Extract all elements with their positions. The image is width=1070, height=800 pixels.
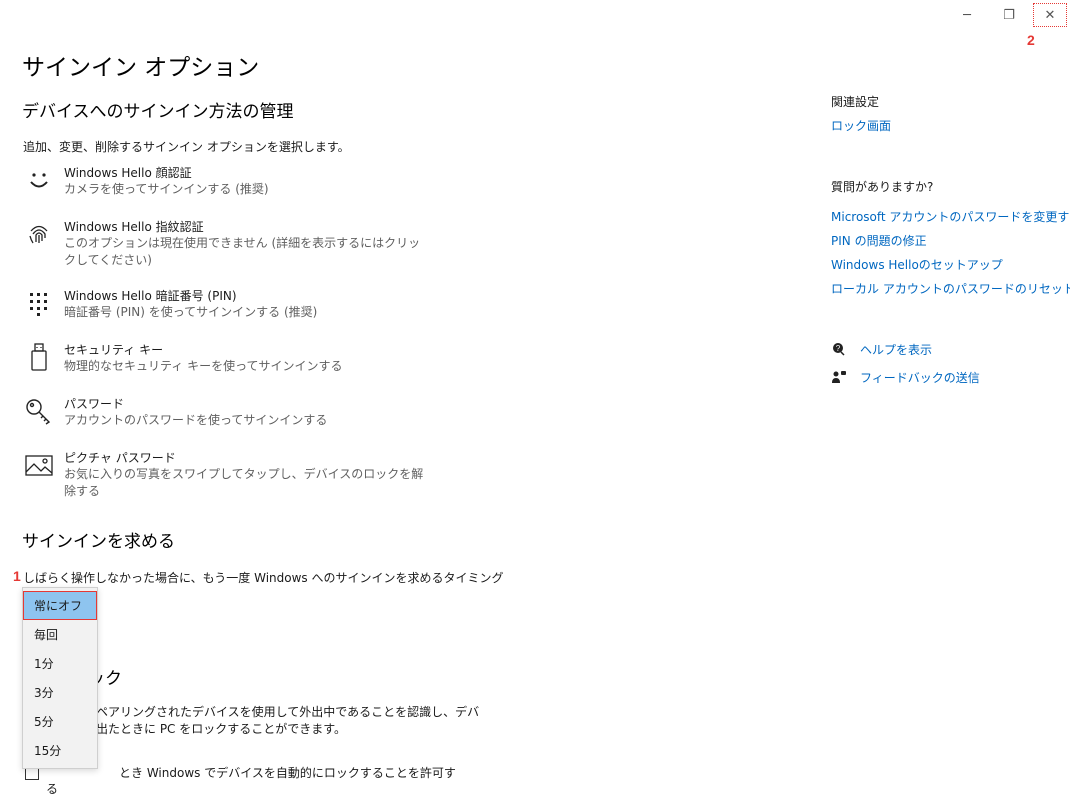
signin-timing-dropdown[interactable]: 常にオフ 毎回 1分 3分 5分 15分 bbox=[22, 587, 98, 769]
dropdown-option-3min[interactable]: 3分 bbox=[23, 678, 97, 707]
questions-heading: 質問がありますか? bbox=[831, 180, 934, 194]
option-pin[interactable]: Windows Hello 暗証番号 (PIN) 暗証番号 (PIN) を使って… bbox=[23, 287, 443, 323]
key-icon bbox=[23, 395, 55, 427]
dynamic-lock-description: 出たときに PC をロックすることができます。 bbox=[96, 722, 347, 736]
option-picture-password[interactable]: ピクチャ パスワード お気に入りの写真をスワイプしてタップし、デバイスのロックを… bbox=[23, 449, 443, 498]
dynamic-lock-description: ペアリングされたデバイスを使用して外出中であることを認識し、デバ bbox=[96, 705, 480, 719]
page-title: サインイン オプション bbox=[22, 55, 260, 81]
annotation-number: 1 bbox=[13, 568, 21, 584]
pin-keypad-icon bbox=[23, 287, 55, 319]
usb-key-icon bbox=[23, 341, 55, 373]
dropdown-option-always-off[interactable]: 常にオフ bbox=[23, 591, 97, 620]
option-face[interactable]: Windows Hello 顔認証 カメラを使ってサインインする (推奨) bbox=[23, 164, 443, 200]
dropdown-option-15min[interactable]: 15分 bbox=[23, 736, 97, 765]
reset-local-password-link[interactable]: ローカル アカウントのパスワードのリセット bbox=[831, 280, 1070, 297]
send-feedback-link[interactable]: フィードバックの送信 bbox=[860, 369, 980, 386]
fix-pin-link[interactable]: PIN の問題の修正 bbox=[831, 232, 927, 249]
option-title: Windows Hello 指紋認証 bbox=[64, 220, 204, 234]
minimize-button[interactable]: ─ bbox=[946, 0, 988, 30]
option-title: Windows Hello 顔認証 bbox=[64, 166, 192, 180]
help-icon: ? bbox=[831, 341, 847, 356]
get-help-link[interactable]: ヘルプを表示 bbox=[860, 341, 932, 358]
option-fingerprint[interactable]: Windows Hello 指紋認証 このオプションは現在使用できません (詳細… bbox=[23, 218, 443, 268]
minimize-icon: ─ bbox=[963, 7, 971, 23]
option-description: このオプションは現在使用できません (詳細を表示するにはクリックしてください) bbox=[64, 236, 421, 267]
section-description: 追加、変更、削除するサインイン オプションを選択します。 bbox=[23, 140, 350, 154]
option-description: 暗証番号 (PIN) を使ってサインインする (推奨) bbox=[64, 305, 318, 319]
section-heading: デバイスへのサインイン方法の管理 bbox=[22, 102, 294, 122]
option-description: お気に入りの写真をスワイプしてタップし、デバイスのロックを解除する bbox=[64, 467, 424, 498]
option-description: 物理的なセキュリティ キーを使ってサインインする bbox=[64, 359, 343, 373]
dropdown-option-every-time[interactable]: 毎回 bbox=[23, 620, 97, 649]
change-ms-password-link[interactable]: Microsoft アカウントのパスワードを変更する bbox=[831, 208, 1070, 225]
option-description: カメラを使ってサインインする (推奨) bbox=[64, 182, 269, 196]
option-title: Windows Hello 暗証番号 (PIN) bbox=[64, 289, 237, 303]
dropdown-option-5min[interactable]: 5分 bbox=[23, 707, 97, 736]
dropdown-option-1min[interactable]: 1分 bbox=[23, 649, 97, 678]
close-icon: ✕ bbox=[1044, 7, 1056, 23]
checkbox-label: とき Windows でデバイスを自動的にロックすることを許可す bbox=[119, 766, 456, 780]
option-password[interactable]: パスワード アカウントのパスワードを使ってサインインする bbox=[23, 395, 443, 431]
fingerprint-icon bbox=[23, 218, 55, 250]
option-security-key[interactable]: セキュリティ キー 物理的なセキュリティ キーを使ってサインインする bbox=[23, 341, 443, 377]
picture-icon bbox=[23, 449, 55, 481]
lock-screen-link[interactable]: ロック画面 bbox=[831, 117, 891, 134]
svg-text:?: ? bbox=[836, 344, 841, 353]
checkbox-label: る bbox=[46, 782, 59, 796]
related-settings-heading: 関連設定 bbox=[831, 95, 880, 109]
annotation-number: 2 bbox=[1027, 32, 1035, 48]
face-icon bbox=[23, 164, 55, 196]
option-title: セキュリティ キー bbox=[64, 343, 164, 357]
restore-button[interactable]: ❐ bbox=[988, 0, 1030, 30]
hello-setup-link[interactable]: Windows Helloのセットアップ bbox=[831, 256, 1003, 273]
feedback-icon bbox=[831, 369, 847, 383]
restore-icon: ❐ bbox=[1003, 7, 1015, 23]
option-title: ピクチャ パスワード bbox=[64, 451, 176, 465]
option-title: パスワード bbox=[64, 397, 125, 411]
require-signin-description: しばらく操作しなかった場合に、もう一度 Windows へのサインインを求めるタ… bbox=[23, 571, 504, 585]
require-signin-heading: サインインを求める bbox=[22, 532, 175, 552]
close-button[interactable]: ✕ bbox=[1030, 0, 1070, 30]
option-description: アカウントのパスワードを使ってサインインする bbox=[64, 413, 328, 427]
